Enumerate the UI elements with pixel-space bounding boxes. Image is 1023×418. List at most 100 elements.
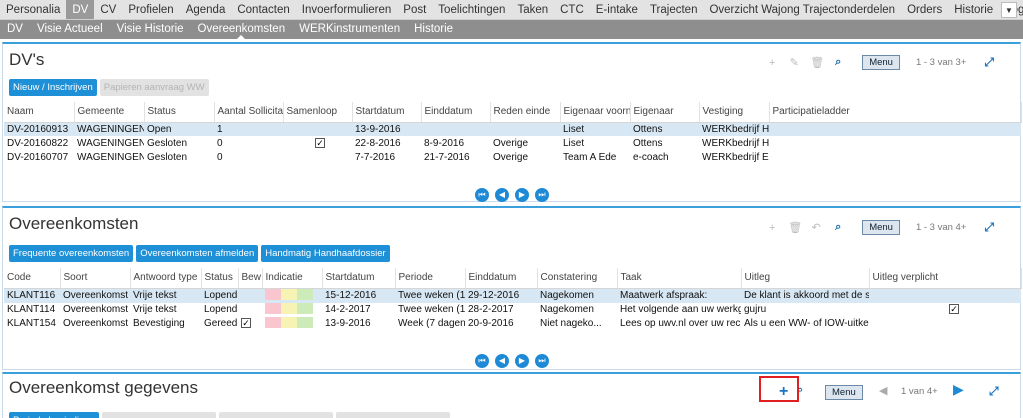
column-header[interactable]: Periode (395, 268, 466, 289)
column-header[interactable]: Eigenaar voorna (560, 102, 631, 123)
checkbox-cell (283, 150, 352, 164)
subnav-item-visie-historie[interactable]: Visie Historie (110, 20, 191, 39)
nav-item-e-intake[interactable]: E-intake (590, 0, 644, 19)
search-icon[interactable]: ⌕ (832, 56, 844, 69)
dvs-record-navigation: ⏮ ◀ ▶ ⏭ (475, 188, 549, 202)
column-header[interactable]: Vestiging (699, 102, 770, 123)
column-header[interactable]: Uitleg (741, 268, 870, 289)
column-header[interactable]: Aantal Sollicitat (214, 102, 284, 123)
table-row[interactable]: KLANT116 Overeenkomst Vrije tekst Lopend 15-… (4, 288, 1021, 303)
table-row[interactable]: DV-20160707 WAGENINGEN Gesloten 0 7-7-2016 21… (4, 150, 1021, 164)
table-row[interactable]: DV-20160913 WAGENINGEN Open 1 13-9-2016 Liset… (4, 122, 1021, 136)
column-header[interactable]: Constatering (537, 268, 618, 289)
dvs-table: Naam Gemeente Status Aantal Sollicitat Samen… (4, 102, 1022, 164)
menu-button[interactable]: Menu (862, 220, 900, 235)
next-record-icon[interactable]: ▶ (953, 381, 964, 398)
nav-item-taken[interactable]: Taken (511, 0, 554, 19)
table-cell: 21-7-2016 (424, 151, 470, 163)
column-header[interactable]: Code (4, 268, 61, 289)
first-record-icon[interactable]: ⏮ (475, 188, 489, 202)
edit-icon[interactable]: ✎ (788, 56, 800, 69)
nav-item-contacten[interactable]: Contacten (231, 0, 295, 19)
menu-button[interactable]: Menu (862, 55, 900, 70)
nav-item-invoerformulieren[interactable]: Invoerformulieren (296, 0, 397, 19)
prev-record-icon[interactable]: ◀ (879, 384, 887, 397)
next-record-icon[interactable]: ▶ (515, 188, 529, 202)
column-header[interactable]: Naam (4, 102, 75, 123)
table-row[interactable]: KLANT114 Overeenkomst Vrije tekst Lopend 14-… (4, 302, 1021, 317)
table-cell: 13-9-2016 (352, 122, 421, 136)
table-cell: Lees op uwv.nl over uw rec... (620, 318, 741, 329)
column-header[interactable]: Gemeente (74, 102, 145, 123)
nav-item-cv[interactable]: CV (94, 0, 122, 19)
add-icon[interactable]: + (766, 222, 778, 234)
checkbox[interactable]: ✓ (949, 304, 959, 314)
dvs-button-0[interactable]: Nieuw / Inschrijven (9, 79, 97, 96)
search-icon[interactable]: ⌕ (832, 221, 844, 234)
column-header[interactable]: Reden einde (490, 102, 561, 123)
menu-button[interactable]: Menu (825, 385, 863, 400)
nav-item-historie[interactable]: Historie (948, 0, 999, 19)
nav-item-trajecten[interactable]: Trajecten (644, 0, 704, 19)
add-icon[interactable]: + (766, 57, 778, 69)
column-header[interactable]: Bew (238, 268, 263, 289)
table-row[interactable]: DV-20160822 WAGENINGEN Gesloten 0 ✓ 22-8-2016… (4, 136, 1021, 150)
nav-overflow-dropdown-icon[interactable]: ▼ (1001, 2, 1017, 18)
dv-link[interactable]: DV-20160913 (4, 122, 74, 136)
overeenkomsten-button-0[interactable]: Frequente overeenkomsten (9, 245, 134, 262)
subnav-item-dv[interactable]: DV (0, 20, 30, 39)
first-record-icon[interactable]: ⏮ (475, 354, 489, 368)
column-header[interactable]: Einddatum (465, 268, 538, 289)
table-cell: Het volgende aan uw werkg... (620, 304, 741, 315)
nav-item-overzicht-wajong-trajectonderdelen[interactable]: Overzicht Wajong Trajectonderdelen (703, 0, 901, 19)
subnav-item-werkinstrumenten[interactable]: WERKinstrumenten (292, 20, 407, 39)
expand-icon[interactable]: ⤢ (984, 220, 994, 235)
nav-item-ctc[interactable]: CTC (554, 0, 590, 19)
nav-item-toelichtingen[interactable]: Toelichtingen (432, 0, 511, 19)
nav-item-post[interactable]: Post (397, 0, 432, 19)
column-header[interactable]: Samenloop (283, 102, 353, 123)
overeenkomsten-record-navigation: ⏮ ◀ ▶ ⏭ (475, 354, 549, 368)
dv-link[interactable]: DV-20160822 (4, 136, 74, 150)
checkbox[interactable]: ✓ (315, 137, 325, 148)
column-header[interactable]: Participatieladder (769, 102, 1022, 123)
subnav-item-visie-actueel[interactable]: Visie Actueel (30, 20, 110, 39)
overeenkomsten-button-1[interactable]: Overeenkomsten afmelden (136, 245, 259, 262)
column-header[interactable]: Antwoord type (130, 268, 202, 289)
table-cell: KLANT114 (7, 304, 56, 315)
nav-item-dv[interactable]: DV (66, 0, 95, 19)
nav-item-agenda[interactable]: Agenda (180, 0, 232, 19)
column-header[interactable]: Eigenaar (630, 102, 700, 123)
column-header[interactable]: Soort (60, 268, 131, 289)
nav-item-profielen[interactable]: Profielen (122, 0, 179, 19)
column-header[interactable]: Taak (617, 268, 742, 289)
column-header[interactable]: Status (144, 102, 215, 123)
overeenkomsten-button-2[interactable]: Handmatig Handhaafdossier (261, 245, 390, 262)
column-header[interactable]: Startdatum (322, 268, 396, 289)
subnav-item-overeenkomsten[interactable]: Overeenkomsten (191, 20, 293, 39)
column-header[interactable]: Status (201, 268, 239, 289)
prev-record-icon[interactable]: ◀ (495, 188, 509, 202)
dv-link[interactable]: DV-20160707 (4, 150, 74, 164)
delete-icon[interactable]: 🗑︎ (810, 56, 824, 69)
last-record-icon[interactable]: ⏭ (535, 354, 549, 368)
nav-item-personalia[interactable]: Personalia (0, 0, 66, 19)
column-header[interactable]: Uitleg verplicht (869, 268, 1022, 289)
last-record-icon[interactable]: ⏭ (535, 188, 549, 202)
checkbox[interactable]: ✓ (241, 318, 251, 328)
column-header[interactable]: Startdatum (352, 102, 422, 123)
overeenkomsten-table: Code Soort Antwoord type Status Bew Indicatie… (4, 268, 1022, 331)
column-header[interactable]: Einddatum (421, 102, 491, 123)
table-row[interactable]: KLANT154 Overeenkomst Bevestiging Gereed ✓ 13… (4, 316, 1021, 331)
nav-item-orders[interactable]: Orders (901, 0, 948, 19)
subnav-item-historie[interactable]: Historie (407, 20, 460, 39)
undo-icon[interactable]: ↶ (810, 221, 822, 234)
prev-record-icon[interactable]: ◀ (495, 354, 509, 368)
expand-icon[interactable]: ⤢ (989, 384, 999, 399)
next-record-icon[interactable]: ▶ (515, 354, 529, 368)
column-header[interactable]: Indicatie (262, 268, 323, 289)
indicatie-cell (262, 288, 322, 303)
expand-icon[interactable]: ⤢ (984, 55, 994, 70)
delete-icon[interactable]: 🗑︎ (788, 221, 802, 234)
gegevens-button-0[interactable]: Periode beeindigen (9, 412, 99, 418)
